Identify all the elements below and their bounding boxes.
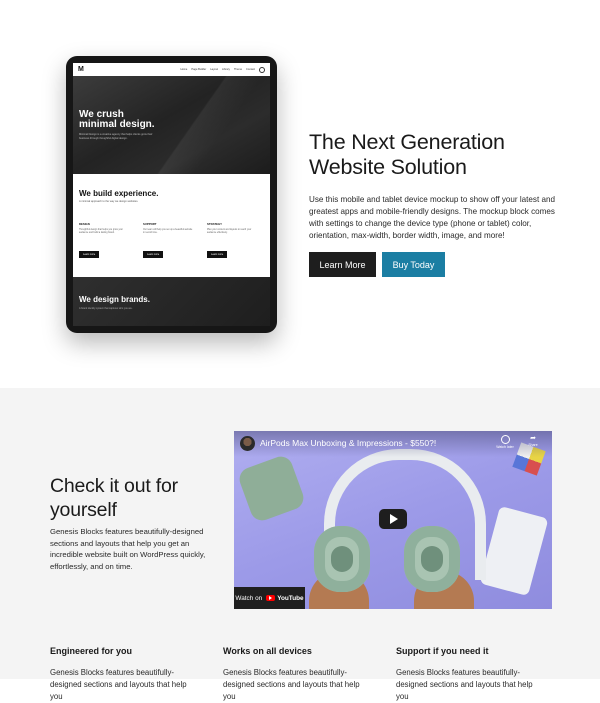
watch-on-youtube-button[interactable]: Watch on YouTube [234,587,305,609]
video-section: Check it out for yourself Genesis Blocks… [0,388,600,701]
share-label: Share [528,443,538,447]
feature-title: Works on all devices [223,646,312,656]
tablet-nav-item: Theme [233,68,243,71]
tablet-experience-title: We build experience. [79,189,159,198]
tablet-experience-text: A minimal approach to the way we design … [79,200,139,203]
video-section-title: Check it out for yourself [50,475,178,521]
tablet-screen: M Home Page Builder Layout Library Theme… [73,63,270,326]
tablet-column-title: STRATEGY [207,222,223,226]
share-icon: ➦ [530,435,536,442]
tablet-hero-title-line: minimal design. [79,119,155,130]
youtube-wordmark: YouTube [277,594,304,602]
tablet-column-button: Learn more [79,250,100,258]
play-button[interactable] [379,509,407,529]
tablet-hero-text: Minimal Design is a creative agency that… [79,133,153,140]
tablet-brands-title: We design brands. [79,295,150,304]
tablet-nav-item: Page Builder [191,68,207,71]
feature-support: Support if you need it Genesis Blocks fe… [396,646,569,703]
tablet-menu: Home Page Builder Layout Library Theme C… [180,66,265,73]
headphone-cushion [331,546,353,572]
hero-description: Use this mobile and tablet device mockup… [309,195,555,240]
channel-avatar[interactable] [240,436,255,451]
headphone-cushion [421,546,443,572]
tablet-brands-block: We design brands. A brand identity syste… [73,277,270,326]
tablet-column-text: Our team will help you set up a beautifu… [143,229,193,235]
youtube-logo: YouTube [266,594,304,602]
tablet-column-title: SUPPORT [143,222,157,226]
tablet-nav-item: Contact [246,68,255,71]
tablet-brands-text: A brand identity system that captures wh… [79,307,133,310]
video-title[interactable]: AirPods Max Unboxing & Impressions - $55… [260,438,460,448]
tablet-hero-title: We crush minimal design. [79,110,155,130]
tablet-experience-block: We build experience. A minimal approach … [73,174,270,277]
feature-description: Genesis Blocks features beautifully-desi… [223,668,360,701]
feature-engineered: Engineered for you Genesis Blocks featur… [50,646,223,703]
tablet-nav: M Home Page Builder Layout Library Theme… [73,63,270,76]
tablet-column: STRATEGY Plan your content and layouts t… [207,222,258,260]
share-button[interactable]: ➦ Share [526,435,540,447]
tablet-logo: M [78,66,84,73]
tablet-column-button: Learn more [143,250,164,258]
tablet-columns: DESIGN Thoughtful design that helps you … [79,222,258,260]
feature-title: Engineered for you [50,646,133,656]
box-image [479,505,549,597]
headphone-cup-image [314,526,370,592]
tablet-column-title: DESIGN [79,222,90,226]
hero-title-line: The Next Generation [309,130,505,154]
tablet-nav-item: Home [180,68,188,71]
hero-section: M Home Page Builder Layout Library Theme… [0,0,600,388]
youtube-video-embed[interactable]: AirPods Max Unboxing & Impressions - $55… [234,431,552,609]
feature-description: Genesis Blocks features beautifully-desi… [50,668,187,701]
watch-later-label: Watch later [496,445,514,449]
feature-devices: Works on all devices Genesis Blocks feat… [223,646,396,703]
hero-title-line: Website Solution [309,155,467,179]
clock-icon [500,435,510,444]
hero-text: The Next Generation Website Solution Use… [309,130,571,277]
headphone-cup-image [404,526,460,592]
feature-description: Genesis Blocks features beautifully-desi… [396,668,533,701]
airpods-case-image [236,453,307,524]
tablet-column: DESIGN Thoughtful design that helps you … [79,222,130,260]
feature-title: Support if you need it [396,646,489,656]
features-row: Engineered for you Genesis Blocks featur… [50,646,570,703]
video-section-description: Genesis Blocks features beautifully-desi… [50,527,206,571]
watch-on-label: Watch on [235,594,263,602]
tablet-hero-block: We crush minimal design. Minimal Design … [73,76,270,174]
hero-title: The Next Generation Website Solution [309,130,571,180]
tablet-column-text: Plan your content and layouts to reach y… [207,229,252,235]
tablet-nav-item: Layout [210,68,219,71]
search-icon [259,66,265,73]
youtube-play-icon [266,595,276,601]
buy-today-button[interactable]: Buy Today [382,252,445,277]
tablet-column: SUPPORT Our team will help you set up a … [143,222,194,260]
tablet-column-button: Learn more [207,250,228,258]
hero-buttons: Learn More Buy Today [309,252,571,277]
tablet-hero-texture [150,76,270,174]
learn-more-button[interactable]: Learn More [309,252,376,277]
watch-later-button[interactable]: Watch later [494,435,516,449]
tablet-nav-item: Library [222,68,230,71]
tablet-column-text: Thoughtful design that helps you grow yo… [79,229,123,235]
tablet-mockup: M Home Page Builder Layout Library Theme… [66,56,277,333]
play-icon [390,514,398,524]
